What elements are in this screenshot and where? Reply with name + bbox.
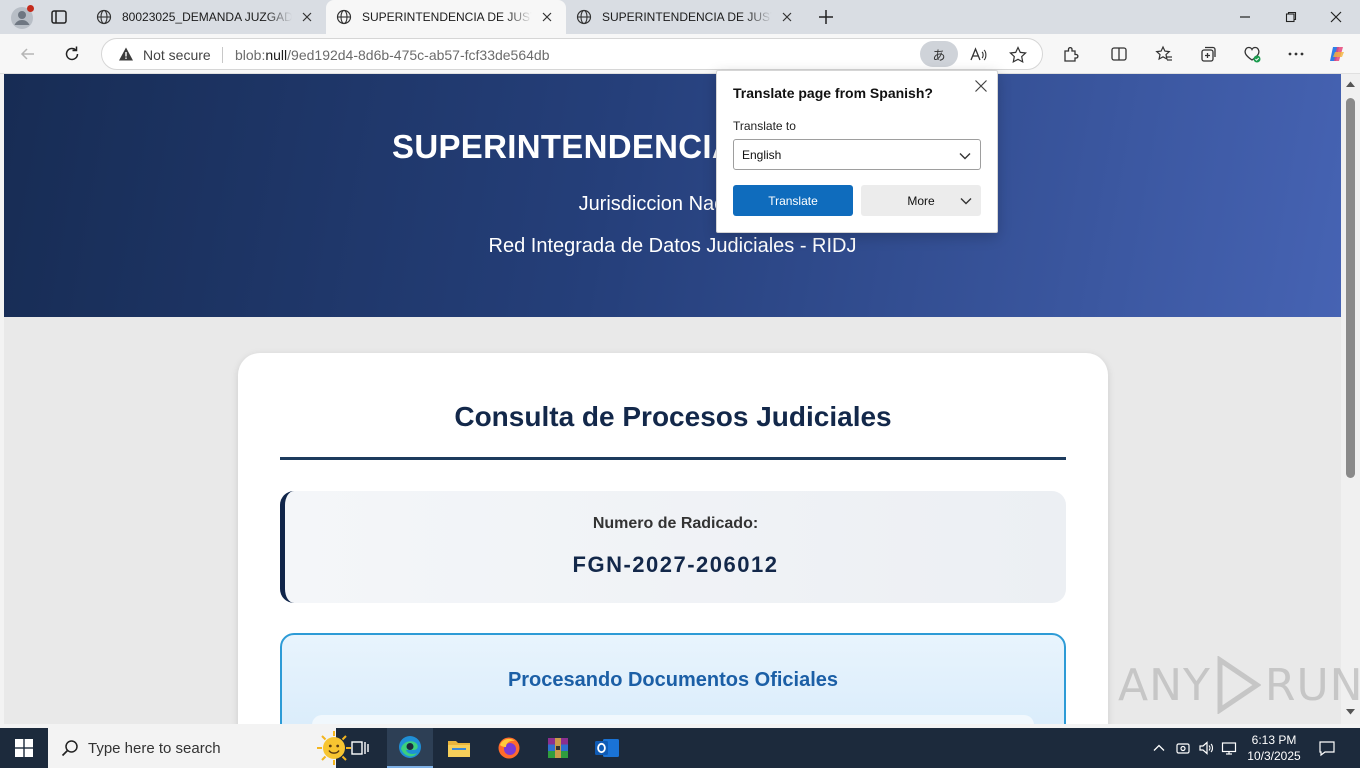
taskbar-winrar[interactable]: [535, 728, 581, 768]
taskbar-firefox[interactable]: [486, 728, 532, 768]
taskbar-search[interactable]: Type here to search: [48, 728, 351, 768]
radicado-number: FGN-2027-206012: [572, 552, 779, 577]
clock-date: 10/3/2025: [1247, 749, 1301, 763]
popup-title: Translate page from Spanish?: [733, 85, 933, 101]
page-subtitle: Jurisdiccion Nacional: [578, 193, 767, 215]
close-icon[interactable]: [973, 78, 989, 94]
card-title: Consulta de Procesos Judiciales: [454, 401, 892, 432]
copilot-icon[interactable]: [1327, 44, 1347, 64]
globe-icon: [96, 9, 112, 25]
collections-icon[interactable]: [1198, 44, 1218, 64]
language-select[interactable]: English: [733, 139, 981, 170]
address-bar[interactable]: Not secure blob:null/9ed192d4-8d6b-475c-…: [101, 38, 1043, 70]
url-text[interactable]: blob:null/9ed192d4-8d6b-475c-ab57-fcf33d…: [235, 47, 550, 63]
taskbar-outlook[interactable]: [584, 728, 630, 768]
watermark-left-text: ANY: [1118, 659, 1211, 711]
task-view-icon: [351, 741, 369, 755]
globe-icon: [336, 9, 352, 25]
split-screen-icon[interactable]: [1109, 44, 1129, 64]
title-divider: [280, 457, 1066, 460]
more-options-icon[interactable]: [1286, 44, 1306, 64]
page-viewport: SUPERINTENDENCIA DE JUSTICIA Jurisdiccio…: [4, 74, 1341, 724]
task-view-button[interactable]: [337, 728, 383, 768]
radicado-box: Numero de Radicado: FGN-2027-206012: [280, 491, 1066, 603]
tab-title: 80023025_DEMANDA JUZGADO OFICIAL: [122, 10, 292, 24]
tab-demanda[interactable]: 80023025_DEMANDA JUZGADO OFICIAL: [86, 0, 326, 34]
url-scheme: blob:: [235, 47, 266, 63]
radicado-label: Numero de Radicado:: [592, 515, 759, 532]
scrollbar-thumb[interactable]: [1346, 98, 1355, 478]
translate-popup: Translate page from Spanish? Translate t…: [716, 70, 998, 233]
close-tab-icon[interactable]: [538, 8, 556, 26]
page-scrollbar[interactable]: [1341, 74, 1360, 724]
play-logo-icon: [1217, 656, 1261, 714]
translate-button[interactable]: Translate: [733, 185, 853, 216]
browser-essentials-icon[interactable]: [1242, 44, 1262, 64]
page-title: SUPERINTENDENCIA DE JUSTICIA: [392, 128, 953, 165]
read-aloud-icon[interactable]: [968, 45, 988, 65]
new-tab-icon[interactable]: [816, 7, 836, 27]
processing-panel: Procesando Documentos Oficiales: [280, 633, 1066, 724]
outlook-icon: [595, 739, 619, 757]
processing-title: Procesando Documentos Oficiales: [507, 669, 839, 691]
windows-start-icon[interactable]: [15, 739, 33, 757]
url-path: /9ed192d4-8d6b-475c-ab57-fcf33de564db: [287, 47, 550, 63]
more-button-label: More: [907, 193, 935, 208]
translate-icon: あ: [932, 47, 946, 63]
folder-icon: [448, 741, 470, 757]
firefox-icon: [498, 737, 520, 759]
meet-now-icon[interactable]: [1175, 740, 1191, 756]
translate-page-button[interactable]: あ: [920, 41, 958, 67]
search-placeholder: Type here to search: [88, 740, 221, 757]
volume-icon[interactable]: [1198, 740, 1214, 756]
close-tab-icon[interactable]: [778, 8, 796, 26]
show-hidden-icons-icon[interactable]: [1151, 740, 1167, 756]
windows-taskbar: Type here to search 6:13 PM 10/3/2025: [0, 728, 1360, 768]
network-icon[interactable]: [1221, 740, 1237, 756]
close-window-icon[interactable]: [1327, 8, 1345, 26]
tab-title: SUPERINTENDENCIA DE JUSTICIA: [362, 10, 532, 24]
watermark-right-text: RUN: [1264, 659, 1360, 711]
chevron-down-icon: [960, 198, 972, 205]
tab-superintendencia[interactable]: SUPERINTENDENCIA DE JUSTICIA: [566, 0, 806, 34]
address-separator: [222, 47, 223, 63]
more-button[interactable]: More: [861, 185, 981, 216]
scroll-up-icon[interactable]: [1345, 80, 1356, 88]
clock-time: 6:13 PM: [1251, 733, 1297, 747]
edge-icon: [399, 736, 421, 758]
taskbar-file-explorer[interactable]: [436, 728, 482, 768]
consulta-card: Consulta de Procesos Judiciales Numero d…: [238, 353, 1108, 724]
extensions-icon[interactable]: [1061, 44, 1081, 64]
tab-actions-icon[interactable]: [50, 8, 68, 26]
taskbar-clock[interactable]: 6:13 PM 10/3/2025: [1238, 732, 1310, 764]
favorites-icon[interactable]: [1154, 44, 1174, 64]
close-tab-icon[interactable]: [298, 8, 316, 26]
minimize-icon[interactable]: [1236, 8, 1254, 26]
processing-content: [312, 715, 1034, 724]
favorite-star-icon[interactable]: [1008, 45, 1028, 65]
tab-title: SUPERINTENDENCIA DE JUSTICIA: [602, 10, 772, 24]
page-header-banner: SUPERINTENDENCIA DE JUSTICIA Jurisdiccio…: [4, 74, 1341, 317]
anyrun-watermark: ANY RUN: [1118, 656, 1360, 714]
taskbar-edge[interactable]: [387, 728, 433, 768]
tab-strip: 80023025_DEMANDA JUZGADO OFICIAL SUPERIN…: [0, 0, 1360, 34]
notification-dot: [27, 5, 34, 12]
notification-center-icon[interactable]: [1318, 739, 1336, 757]
browser-toolbar: Not secure blob:null/9ed192d4-8d6b-475c-…: [0, 34, 1360, 74]
warning-icon[interactable]: [118, 46, 134, 62]
translate-to-label: Translate to: [733, 119, 796, 133]
chevron-down-icon: [959, 153, 971, 160]
globe-icon: [576, 9, 592, 25]
security-status[interactable]: Not secure: [143, 47, 211, 63]
restore-icon[interactable]: [1282, 8, 1300, 26]
page-tagline: Red Integrada de Datos Judiciales - RIDJ: [488, 235, 857, 257]
refresh-icon[interactable]: [62, 44, 82, 64]
url-host: null: [265, 47, 288, 63]
tab-superintendencia-active[interactable]: SUPERINTENDENCIA DE JUSTICIA: [326, 0, 566, 34]
search-icon: [61, 740, 78, 757]
winrar-icon: [548, 738, 568, 758]
selected-language: English: [742, 148, 782, 162]
back-icon[interactable]: [18, 44, 38, 64]
